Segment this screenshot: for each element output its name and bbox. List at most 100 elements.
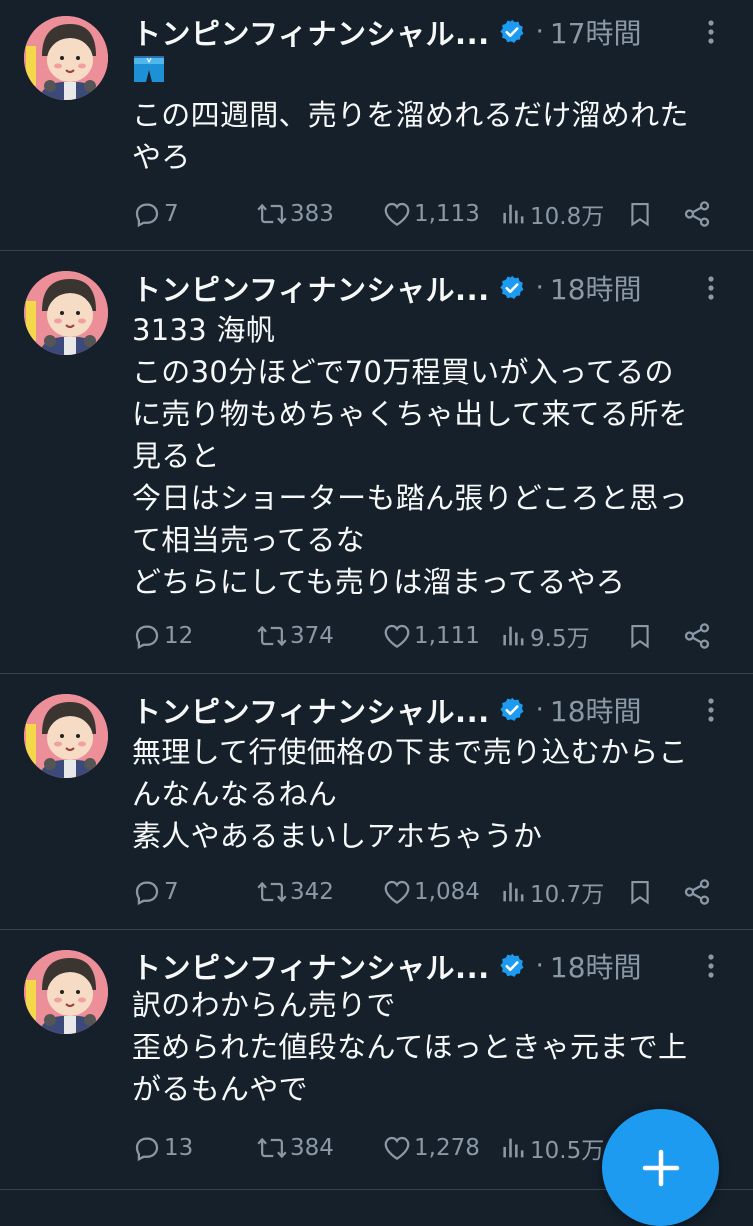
- reply-button[interactable]: 12: [132, 616, 193, 656]
- tweet-text-line: に売り物もめちゃくちゃ出して来てる所を: [132, 397, 688, 431]
- retweet-button[interactable]: 383: [256, 194, 334, 234]
- tweet[interactable]: トンピンフィナンシャル... · 18時間 3133 海帆 この30分ほどで70…: [0, 251, 753, 674]
- display-name[interactable]: トンピンフィナンシャル...: [132, 689, 490, 731]
- separator-dot: ·: [535, 951, 544, 981]
- avatar[interactable]: [24, 694, 108, 778]
- retweet-icon: [257, 203, 287, 225]
- more-icon[interactable]: [699, 12, 723, 52]
- avatar[interactable]: [24, 271, 108, 355]
- reply-button[interactable]: 7: [132, 194, 179, 234]
- heart-icon: [384, 624, 410, 648]
- retweet-icon: [257, 1137, 287, 1159]
- tweet-text-line: 訳のわからん売りで: [132, 988, 396, 1022]
- tweet-actions: 12 374 1,111 9.5万: [132, 616, 722, 656]
- views-icon: [503, 626, 524, 646]
- reply-button[interactable]: 7: [132, 872, 179, 912]
- views-button[interactable]: 10.5万: [500, 1128, 604, 1168]
- tweet-header: トンピンフィナンシャル... · 17時間: [132, 12, 642, 52]
- avatar[interactable]: [24, 16, 108, 100]
- retweet-count: 384: [290, 1135, 334, 1161]
- tweet-text-line: んなんなるねん: [132, 777, 338, 811]
- bookmark-button[interactable]: [626, 194, 656, 234]
- tweet-text-line: 歪められた値段なんてほっときゃ元まで上: [132, 1030, 688, 1064]
- like-button[interactable]: 1,113: [382, 194, 480, 234]
- bookmark-icon: [631, 625, 649, 649]
- like-count: 1,113: [414, 201, 480, 227]
- tweet-text-line: 見ると: [132, 439, 220, 473]
- views-button[interactable]: 10.8万: [500, 194, 604, 234]
- display-name[interactable]: トンピンフィナンシャル...: [132, 945, 490, 987]
- tweet-emoji: [132, 54, 166, 90]
- share-icon: [684, 879, 710, 905]
- tweet-text-line: 今日はショーターも踏ん張りどころと思っ: [132, 481, 688, 515]
- like-button[interactable]: 1,278: [382, 1128, 480, 1168]
- heart-icon: [384, 202, 410, 226]
- views-icon: [503, 882, 524, 902]
- timestamp[interactable]: 18時間: [550, 690, 642, 730]
- timestamp[interactable]: 18時間: [550, 946, 642, 986]
- display-name[interactable]: トンピンフィナンシャル...: [132, 11, 490, 53]
- separator-dot: ·: [535, 695, 544, 725]
- like-count: 1,278: [414, 1135, 480, 1161]
- like-count: 1,084: [414, 879, 480, 905]
- tweet-header: トンピンフィナンシャル... · 18時間: [132, 690, 642, 730]
- reply-count: 12: [164, 623, 194, 649]
- tweet-header: トンピンフィナンシャル... · 18時間: [132, 946, 642, 986]
- verified-badge-icon: [498, 18, 526, 46]
- tweet-text-line: この30分ほどで70万程買いが入ってるの: [132, 355, 674, 389]
- views-button[interactable]: 9.5万: [500, 616, 590, 656]
- bookmark-icon: [631, 203, 649, 227]
- tweet-actions: 7 342 1,084 10.7万: [132, 872, 722, 912]
- retweet-button[interactable]: 374: [256, 616, 334, 656]
- retweet-button[interactable]: 342: [256, 872, 334, 912]
- retweet-count: 383: [290, 201, 334, 227]
- like-button[interactable]: 1,084: [382, 872, 480, 912]
- separator-dot: ·: [535, 273, 544, 303]
- tweet-text-line: どちらにしても売りは溜まってるやろ: [132, 565, 626, 599]
- tweet-header: トンピンフィナンシャル... · 18時間: [132, 268, 642, 308]
- views-count: 10.5万: [530, 1138, 605, 1164]
- retweet-count: 374: [290, 623, 334, 649]
- reply-count: 7: [164, 879, 179, 905]
- reply-count: 7: [164, 201, 179, 227]
- reply-button[interactable]: 13: [132, 1128, 193, 1168]
- tweet-text-line: この四週間、売りを溜めれるだけ溜めれた: [132, 98, 689, 132]
- share-button[interactable]: [682, 194, 714, 234]
- views-count: 10.7万: [530, 882, 605, 908]
- retweet-icon: [257, 625, 287, 647]
- verified-badge-icon: [498, 952, 526, 980]
- plus-icon: [642, 1149, 679, 1186]
- share-button[interactable]: [682, 616, 714, 656]
- tweet-actions: 7 383 1,113 10.8万: [132, 194, 722, 234]
- views-count: 10.8万: [530, 204, 605, 230]
- timestamp[interactable]: 17時間: [550, 12, 642, 52]
- verified-badge-icon: [498, 274, 526, 302]
- tweet-text-line: がるもんやで: [132, 1072, 308, 1106]
- compose-button[interactable]: [602, 1109, 719, 1226]
- tweet-text-line: 素人やあるまいしアホちゃうか: [132, 819, 543, 853]
- more-icon[interactable]: [699, 690, 723, 730]
- tweet-text-line: て相当売ってるな: [132, 523, 365, 557]
- views-button[interactable]: 10.7万: [500, 872, 604, 912]
- verified-badge-icon: [498, 696, 526, 724]
- tweet[interactable]: トンピンフィナンシャル... · 17時間 この四週間、売りを溜めれるだけ溜めれ…: [0, 0, 753, 251]
- views-count: 9.5万: [530, 626, 590, 652]
- timestamp[interactable]: 18時間: [550, 268, 642, 308]
- avatar[interactable]: [24, 950, 108, 1034]
- reply-icon: [135, 881, 159, 906]
- share-icon: [684, 623, 710, 649]
- bookmark-button[interactable]: [626, 872, 656, 912]
- retweet-button[interactable]: 384: [256, 1128, 334, 1168]
- like-button[interactable]: 1,111: [382, 616, 480, 656]
- more-icon[interactable]: [699, 946, 723, 986]
- bookmark-button[interactable]: [626, 616, 656, 656]
- tweet-text-line: 無理して行使価格の下まで売り込むからこ: [132, 735, 688, 769]
- tweet[interactable]: トンピンフィナンシャル... · 18時間 無理して行使価格の下まで売り込むから…: [0, 674, 753, 930]
- more-icon[interactable]: [699, 268, 723, 308]
- bookmark-icon: [631, 881, 649, 905]
- reply-icon: [135, 203, 159, 228]
- display-name[interactable]: トンピンフィナンシャル...: [132, 267, 490, 309]
- share-button[interactable]: [682, 872, 714, 912]
- tweet-text-line: やろ: [132, 140, 191, 174]
- like-count: 1,111: [414, 623, 480, 649]
